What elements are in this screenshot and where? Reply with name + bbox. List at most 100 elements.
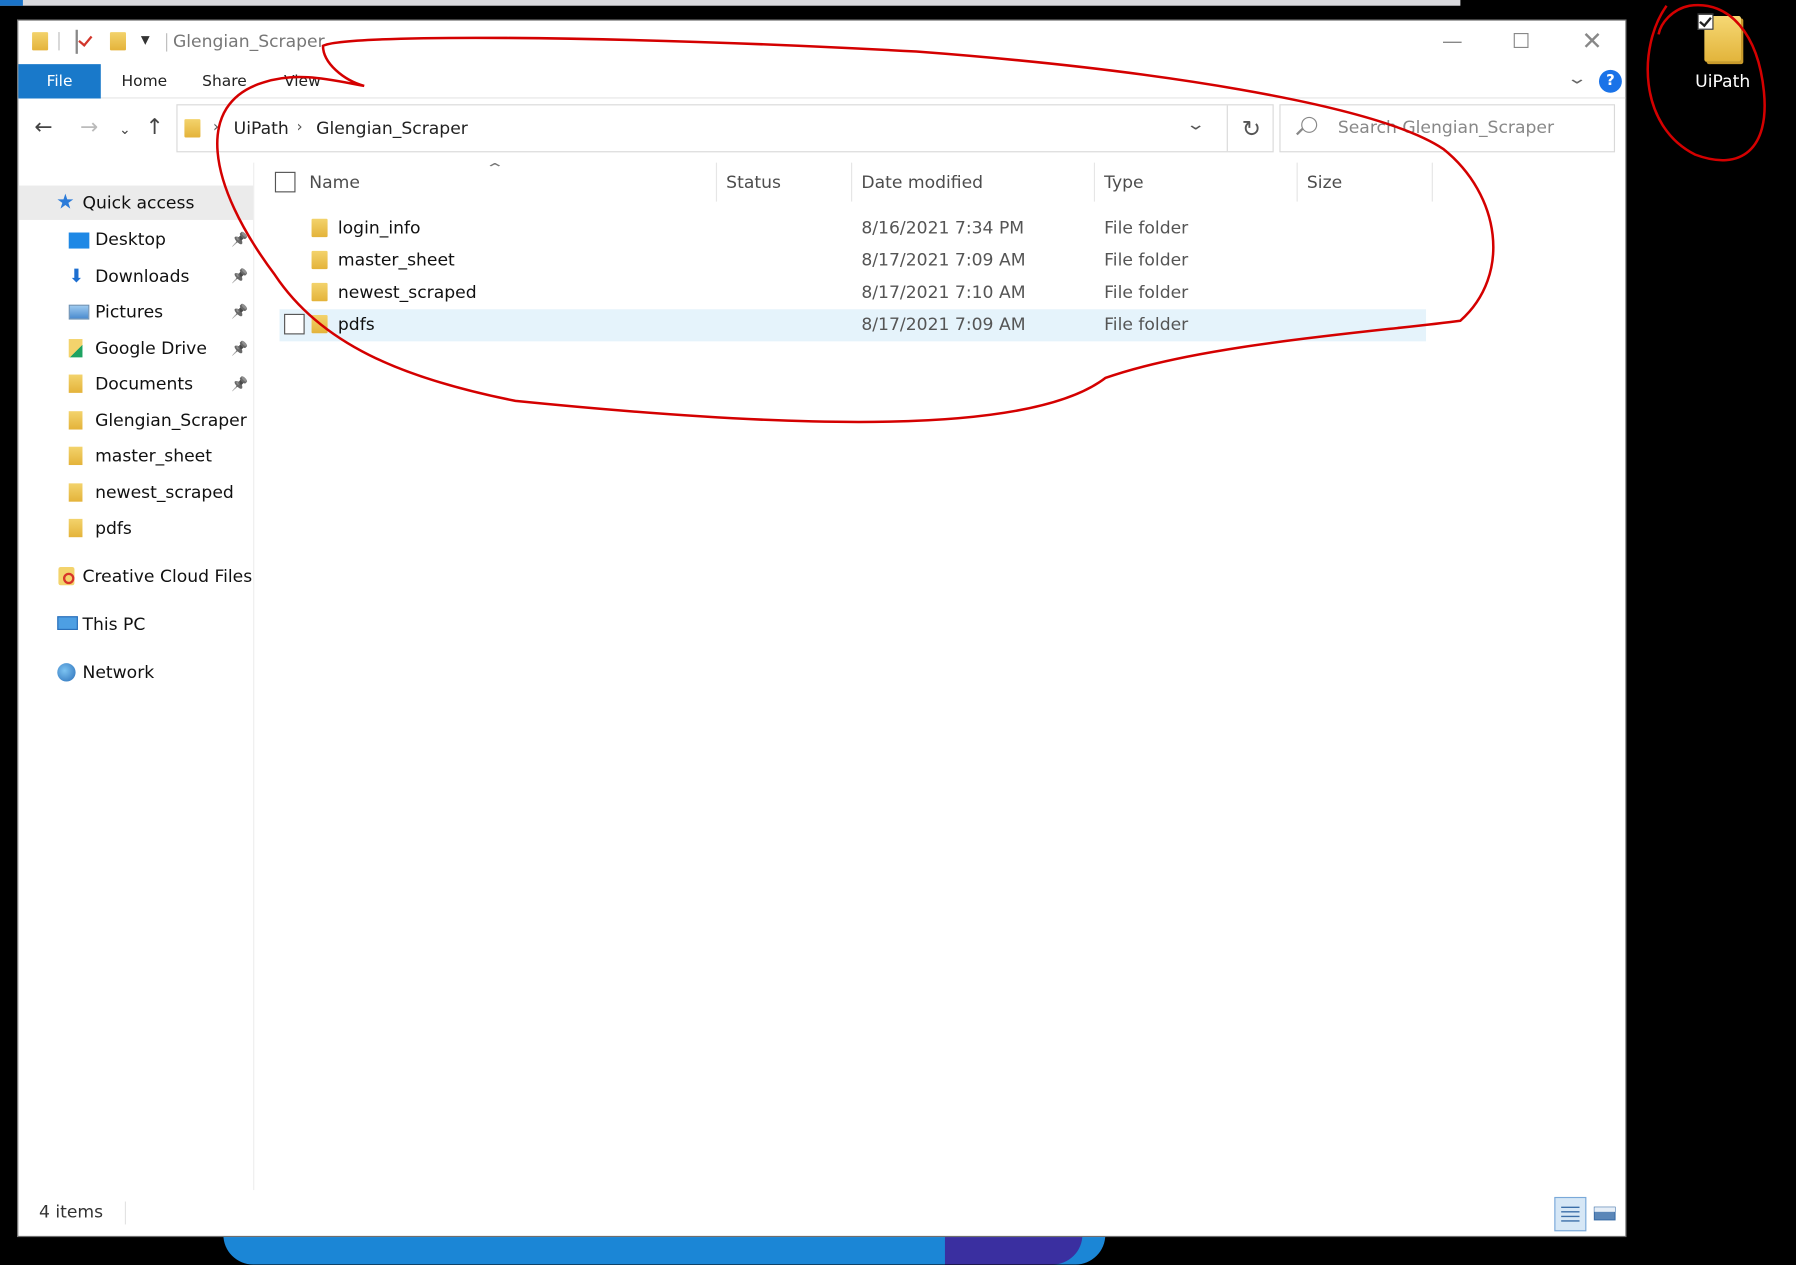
sidebar-item-label: Documents bbox=[95, 373, 194, 395]
sidebar-item-downloads[interactable]: ⬇ Downloads 📌 bbox=[18, 258, 253, 292]
details-view-button[interactable] bbox=[1554, 1196, 1587, 1232]
sidebar-item-pdfs[interactable]: pdfs bbox=[18, 511, 253, 545]
sidebar-item-this-pc[interactable]: This PC bbox=[18, 607, 253, 641]
address-bar[interactable]: › UiPath › Glengian_Scraper ⌄ ↻ bbox=[176, 104, 1275, 153]
sidebar-item-creative-cloud[interactable]: Creative Cloud Files bbox=[18, 559, 253, 593]
search-box[interactable] bbox=[1279, 104, 1616, 153]
recent-locations-chevron-icon[interactable]: ⌄ bbox=[119, 121, 131, 137]
file-name: login_info bbox=[337, 217, 421, 239]
pin-icon[interactable]: 📌 bbox=[231, 367, 248, 401]
table-row[interactable]: pdfs 8/17/2021 7:09 AM File folder bbox=[279, 309, 1427, 342]
folder-icon bbox=[32, 32, 49, 51]
sidebar-item-network[interactable]: Network bbox=[18, 655, 253, 689]
search-icon bbox=[1301, 116, 1318, 133]
google-drive-icon bbox=[68, 338, 83, 357]
background-window-strip bbox=[0, 0, 1461, 6]
new-folder-icon[interactable] bbox=[109, 32, 126, 51]
breadcrumb-uipath[interactable]: UiPath bbox=[234, 118, 289, 139]
sidebar-item-label: Google Drive bbox=[95, 337, 207, 358]
tab-file[interactable]: File bbox=[18, 64, 101, 99]
folder-icon bbox=[311, 282, 328, 302]
breadcrumb-glengian-scraper[interactable]: Glengian_Scraper bbox=[316, 118, 468, 139]
file-explorer-window: ▼ Glengian_Scraper — ☐ ✕ File Home Share… bbox=[17, 19, 1627, 1238]
tab-view[interactable]: View bbox=[279, 64, 325, 98]
maximize-button[interactable]: ☐ bbox=[1486, 21, 1557, 62]
sidebar-item-documents[interactable]: Documents 📌 bbox=[18, 367, 253, 401]
pin-icon[interactable]: 📌 bbox=[231, 294, 248, 328]
network-icon bbox=[57, 663, 76, 682]
checkbox-icon[interactable] bbox=[1697, 13, 1714, 30]
date-modified: 8/17/2021 7:10 AM bbox=[861, 281, 1026, 303]
date-modified: 8/16/2021 7:34 PM bbox=[861, 217, 1025, 239]
status-bar: 4 items bbox=[18, 1190, 1625, 1236]
sidebar-item-label: pdfs bbox=[95, 517, 132, 539]
customize-toolbar-chevron-icon[interactable]: ▼ bbox=[141, 34, 150, 47]
sidebar-item-desktop[interactable]: Desktop 📌 bbox=[18, 222, 253, 256]
file-name: master_sheet bbox=[337, 249, 455, 271]
sidebar-item-newest-scraped[interactable]: newest_scraped bbox=[18, 475, 253, 509]
sidebar-item-label: Quick access bbox=[82, 192, 195, 214]
window-title: Glengian_Scraper bbox=[166, 30, 325, 52]
sidebar-item-quick-access[interactable]: ★ Quick access bbox=[18, 185, 254, 220]
details-view-icon bbox=[1561, 1206, 1580, 1222]
select-all-checkbox[interactable] bbox=[274, 171, 296, 193]
column-header-status[interactable]: Status bbox=[717, 162, 853, 202]
file-name: pdfs bbox=[337, 313, 375, 335]
pin-icon[interactable]: 📌 bbox=[231, 330, 248, 364]
minimize-button[interactable]: — bbox=[1417, 21, 1488, 62]
folder-icon bbox=[68, 446, 83, 466]
pictures-icon bbox=[68, 304, 90, 320]
large-icons-view-icon bbox=[1593, 1206, 1616, 1221]
desktop-icon bbox=[68, 232, 90, 249]
sidebar-item-glengian-scraper[interactable]: Glengian_Scraper bbox=[18, 403, 253, 437]
breadcrumb-chevron-icon[interactable]: › bbox=[213, 119, 219, 136]
sidebar-item-label: Downloads bbox=[95, 265, 190, 286]
desktop-icon-uipath[interactable]: UiPath bbox=[1670, 9, 1775, 101]
table-row[interactable]: master_sheet 8/17/2021 7:09 AM File folder bbox=[279, 245, 1426, 277]
expand-ribbon-chevron-icon[interactable]: ⌄ bbox=[1566, 70, 1588, 88]
address-history-chevron-icon[interactable]: ⌄ bbox=[1186, 116, 1206, 134]
documents-icon bbox=[68, 374, 83, 393]
folder-icon bbox=[68, 518, 83, 538]
star-icon: ★ bbox=[56, 190, 75, 215]
column-header-name[interactable]: Name bbox=[300, 162, 718, 202]
pin-icon[interactable]: 📌 bbox=[231, 222, 248, 256]
column-header-size[interactable]: Size bbox=[1298, 162, 1433, 202]
help-icon[interactable]: ? bbox=[1598, 69, 1622, 93]
item-count: 4 items bbox=[38, 1201, 127, 1225]
file-name: newest_scraped bbox=[337, 281, 477, 303]
search-input[interactable] bbox=[1337, 116, 1602, 138]
sidebar-item-pictures[interactable]: Pictures 📌 bbox=[18, 294, 253, 328]
table-row[interactable]: newest_scraped 8/17/2021 7:10 AM File fold… bbox=[279, 277, 1426, 309]
properties-icon[interactable] bbox=[75, 29, 78, 54]
file-list: ⌃ Name Status Date modified Type Size lo… bbox=[254, 160, 1625, 1190]
forward-arrow-icon[interactable]: → bbox=[80, 115, 98, 140]
close-button[interactable]: ✕ bbox=[1557, 21, 1628, 62]
title-bar: ▼ Glengian_Scraper — ☐ ✕ bbox=[18, 21, 1625, 65]
date-modified: 8/17/2021 7:09 AM bbox=[861, 313, 1026, 335]
sidebar-item-google-drive[interactable]: Google Drive 📌 bbox=[18, 330, 253, 364]
tab-home[interactable]: Home bbox=[117, 64, 172, 98]
navigation-bar: ← → ⌄ ↑ › UiPath › Glengian_Scraper ⌄ ↻ bbox=[18, 99, 1625, 163]
column-header-type[interactable]: Type bbox=[1095, 162, 1298, 202]
folder-icon bbox=[68, 410, 83, 429]
column-header-date-modified[interactable]: Date modified bbox=[852, 162, 1096, 202]
back-arrow-icon[interactable]: ← bbox=[34, 115, 52, 140]
sidebar-item-master-sheet[interactable]: master_sheet bbox=[18, 439, 253, 473]
navigation-pane: ★ Quick access Desktop 📌 ⬇ Downloads 📌 Pictur… bbox=[18, 162, 255, 1191]
row-checkbox[interactable] bbox=[284, 313, 305, 335]
up-arrow-icon[interactable]: ↑ bbox=[145, 115, 163, 140]
tab-share[interactable]: Share bbox=[199, 64, 249, 98]
date-modified: 8/17/2021 7:09 AM bbox=[861, 249, 1026, 271]
sidebar-item-label: Glengian_Scraper bbox=[95, 409, 247, 431]
creative-cloud-icon bbox=[58, 566, 75, 586]
refresh-icon[interactable]: ↻ bbox=[1226, 105, 1275, 152]
file-type: File folder bbox=[1104, 313, 1189, 335]
large-icons-view-button[interactable] bbox=[1590, 1197, 1622, 1231]
folder-icon bbox=[311, 250, 328, 270]
table-row[interactable]: login_info 8/16/2021 7:34 PM File folder bbox=[279, 213, 1426, 245]
breadcrumb-chevron-icon[interactable]: › bbox=[297, 119, 303, 136]
pin-icon[interactable]: 📌 bbox=[231, 258, 248, 292]
sidebar-item-label: Desktop bbox=[95, 229, 166, 250]
sidebar-item-label: Creative Cloud Files bbox=[82, 565, 253, 587]
